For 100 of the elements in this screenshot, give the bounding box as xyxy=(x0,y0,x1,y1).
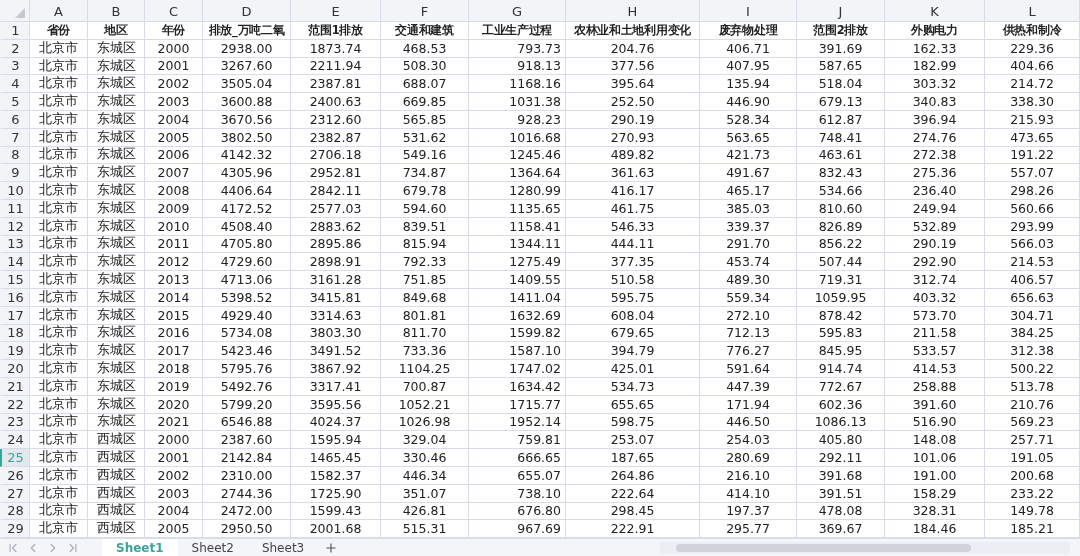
table-cell[interactable]: 669.85 xyxy=(381,93,469,111)
table-cell[interactable]: 2310.00 xyxy=(203,466,291,485)
table-cell[interactable]: 2898.91 xyxy=(291,253,381,272)
table-cell[interactable]: 1411.04 xyxy=(469,288,566,307)
table-cell[interactable]: 396.94 xyxy=(885,111,985,129)
table-cell[interactable]: 2312.60 xyxy=(291,111,381,129)
column-header[interactable]: G xyxy=(469,0,566,22)
table-cell[interactable]: 187.65 xyxy=(566,449,700,467)
table-cell[interactable]: 734.87 xyxy=(381,164,469,183)
table-cell[interactable]: 928.23 xyxy=(469,111,566,129)
table-cell[interactable]: 1952.14 xyxy=(469,413,566,432)
table-cell[interactable]: 北京市 xyxy=(30,93,88,111)
table-cell[interactable]: 264.86 xyxy=(566,466,700,485)
table-cell[interactable]: 西城区 xyxy=(88,484,145,503)
table-cell[interactable]: 293.99 xyxy=(985,217,1080,236)
table-cell[interactable]: 446.90 xyxy=(700,93,797,111)
row-header[interactable]: 8 xyxy=(0,146,30,165)
table-cell[interactable]: 414.53 xyxy=(885,360,985,378)
table-cell[interactable]: 463.61 xyxy=(797,146,885,165)
table-cell[interactable]: 533.57 xyxy=(885,342,985,361)
table-cell[interactable]: 东城区 xyxy=(88,164,145,183)
table-cell[interactable]: 222.64 xyxy=(566,484,700,503)
row-header[interactable]: 17 xyxy=(0,306,30,325)
table-cell[interactable]: 1104.25 xyxy=(381,360,469,378)
table-cell[interactable]: 534.73 xyxy=(566,377,700,396)
table-cell[interactable]: 1632.69 xyxy=(469,306,566,325)
table-cell[interactable]: 东城区 xyxy=(88,377,145,396)
table-cell[interactable]: 666.65 xyxy=(469,449,566,467)
column-header[interactable]: E xyxy=(291,0,381,22)
table-cell[interactable]: 3314.63 xyxy=(291,306,381,325)
table-cell[interactable]: 2019 xyxy=(145,377,203,396)
table-cell[interactable]: 719.31 xyxy=(797,271,885,289)
table-cell[interactable]: 270.93 xyxy=(566,128,700,147)
table-cell[interactable]: 162.33 xyxy=(885,39,985,58)
table-cell[interactable]: 811.70 xyxy=(381,324,469,343)
table-cell[interactable]: 303.32 xyxy=(885,75,985,94)
table-cell[interactable]: 1016.68 xyxy=(469,128,566,147)
table-cell[interactable]: 2004 xyxy=(145,111,203,129)
horizontal-scrollbar[interactable] xyxy=(660,541,1070,554)
table-cell[interactable]: 171.94 xyxy=(700,395,797,414)
table-cell[interactable]: 东城区 xyxy=(88,288,145,307)
table-cell[interactable]: 北京市 xyxy=(30,502,88,521)
table-cell[interactable]: 北京市 xyxy=(30,431,88,450)
table-cell[interactable]: 5423.46 xyxy=(203,342,291,361)
table-cell[interactable]: 328.31 xyxy=(885,502,985,521)
table-cell[interactable]: 西城区 xyxy=(88,502,145,521)
table-cell[interactable]: 4172.52 xyxy=(203,199,291,218)
table-cell[interactable]: 3491.52 xyxy=(291,342,381,361)
row-header[interactable]: 9 xyxy=(0,164,30,183)
table-cell[interactable]: 2002 xyxy=(145,466,203,485)
table-cell[interactable]: 2021 xyxy=(145,413,203,432)
table-cell[interactable]: 532.89 xyxy=(885,217,985,236)
table-cell[interactable]: 272.38 xyxy=(885,146,985,165)
table-cell[interactable]: 516.90 xyxy=(885,413,985,432)
table-cell[interactable]: 655.65 xyxy=(566,395,700,414)
table-cell[interactable]: 1747.02 xyxy=(469,360,566,378)
table-cell[interactable]: 826.89 xyxy=(797,217,885,236)
table-cell[interactable]: 280.69 xyxy=(700,449,797,467)
table-cell[interactable]: 510.58 xyxy=(566,271,700,289)
table-cell[interactable]: 北京市 xyxy=(30,395,88,414)
table-cell[interactable]: 489.30 xyxy=(700,271,797,289)
column-header[interactable]: K xyxy=(885,0,985,22)
header-cell[interactable]: 交通和建筑 xyxy=(381,22,469,40)
table-cell[interactable]: 772.67 xyxy=(797,377,885,396)
table-cell[interactable]: 508.30 xyxy=(381,57,469,76)
table-cell[interactable]: 1595.94 xyxy=(291,431,381,450)
row-header[interactable]: 24 xyxy=(0,431,30,450)
table-cell[interactable]: 793.73 xyxy=(469,39,566,58)
row-header[interactable]: 16 xyxy=(0,288,30,307)
table-cell[interactable]: 2010 xyxy=(145,217,203,236)
row-header[interactable]: 2 xyxy=(0,39,30,58)
table-cell[interactable]: 1409.55 xyxy=(469,271,566,289)
table-cell[interactable]: 2472.00 xyxy=(203,502,291,521)
table-cell[interactable]: 426.81 xyxy=(381,502,469,521)
table-cell[interactable]: 272.10 xyxy=(700,306,797,325)
select-all-corner[interactable] xyxy=(0,0,30,22)
table-cell[interactable]: 北京市 xyxy=(30,182,88,200)
table-cell[interactable]: 478.08 xyxy=(797,502,885,521)
table-cell[interactable]: 849.68 xyxy=(381,288,469,307)
table-cell[interactable]: 101.06 xyxy=(885,449,985,467)
table-cell[interactable]: 东城区 xyxy=(88,413,145,432)
table-cell[interactable]: 1634.42 xyxy=(469,377,566,396)
table-cell[interactable]: 2005 xyxy=(145,128,203,147)
table-cell[interactable]: 1465.45 xyxy=(291,449,381,467)
row-header[interactable]: 5 xyxy=(0,93,30,111)
table-cell[interactable]: 361.63 xyxy=(566,164,700,183)
table-cell[interactable]: 西城区 xyxy=(88,449,145,467)
table-cell[interactable]: 东城区 xyxy=(88,57,145,76)
table-cell[interactable]: 591.64 xyxy=(700,360,797,378)
table-cell[interactable]: 2008 xyxy=(145,182,203,200)
table-cell[interactable]: 北京市 xyxy=(30,164,88,183)
table-cell[interactable]: 914.74 xyxy=(797,360,885,378)
table-cell[interactable]: 1275.49 xyxy=(469,253,566,272)
table-cell[interactable]: 249.94 xyxy=(885,199,985,218)
table-cell[interactable]: 573.70 xyxy=(885,306,985,325)
table-cell[interactable]: 191.00 xyxy=(885,466,985,485)
header-cell[interactable]: 供热和制冷 xyxy=(985,22,1080,40)
table-cell[interactable]: 377.56 xyxy=(566,57,700,76)
table-cell[interactable]: 158.29 xyxy=(885,484,985,503)
table-cell[interactable]: 2016 xyxy=(145,324,203,343)
